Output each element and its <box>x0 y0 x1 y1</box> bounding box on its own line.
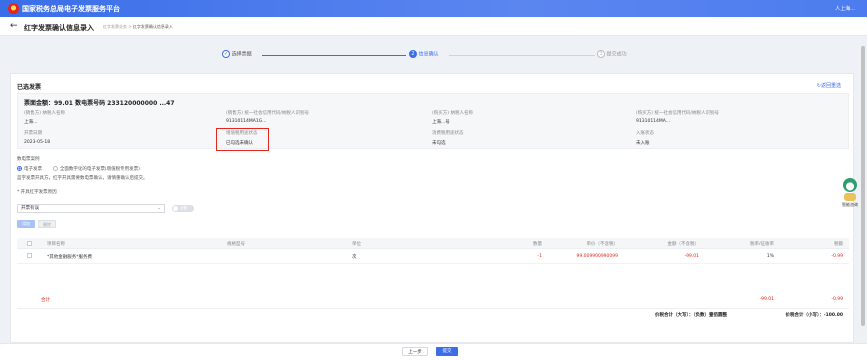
cell-tax-rate: 1% <box>766 254 774 259</box>
radio-label: 全面数字化的电子发票(增值税专用发票) <box>59 167 140 172</box>
step-submit-success: 3 提交成功 <box>597 50 627 58</box>
field-value: 91310114MA... <box>636 119 671 124</box>
assistant-widget[interactable]: 智能咨询 <box>840 178 860 214</box>
tax-emblem-logo <box>8 3 19 14</box>
step-number: 3 <box>597 50 605 58</box>
footer-bar: 上一步 提交 <box>0 343 867 360</box>
step-label: 信息确认 <box>418 51 439 58</box>
cell-quantity: -1 <box>537 254 543 259</box>
assistant-label: 智能咨询 <box>842 202 858 207</box>
scrollbar-thumb[interactable] <box>861 46 865 326</box>
invoice-card: 票面金额：99.01 数电票号码 233120000000 ...47 (销售方… <box>17 93 849 149</box>
field-value: 上海...号 <box>432 120 450 125</box>
field-label: (购买方) 纳税人名称 <box>432 111 473 116</box>
breadcrumb: 红字发票业务 > 红字发票确认信息录入 <box>103 24 173 30</box>
field-label: 消费税用途状态 <box>432 131 464 136</box>
cell-amount: -99.01 <box>684 254 699 259</box>
reason-label: * 开具红字发票原因 <box>17 190 57 195</box>
step-label: 提交成功 <box>606 51 627 58</box>
th-quantity: 数量 <box>533 242 542 247</box>
th-tax-rate: 税率/征收率 <box>749 242 774 247</box>
step-confirm-info: 2 信息确认 <box>409 50 439 58</box>
field-value: 未勾选 <box>432 141 446 146</box>
section-title: 已选发票 <box>17 84 42 91</box>
user-name[interactable]: 人上海... <box>835 5 855 12</box>
total-row: 合计 -99.01 -0.99 <box>17 296 849 306</box>
top-bar: 国家税务总局电子发票服务平台 人上海... <box>0 0 867 17</box>
page-title: 红字发票确认信息录入 <box>24 24 94 32</box>
submit-button[interactable]: 提交 <box>436 347 458 356</box>
th-unit-price: 单价（不含税） <box>586 242 619 247</box>
radio-label: 电子发票 <box>24 167 42 172</box>
table-row[interactable]: *其他金融服务*服务费 次 -1 99.009900990099 -99.01 … <box>17 250 849 264</box>
step-number: 2 <box>409 50 417 58</box>
invoice-heading: 票面金额：99.01 数电票号码 233120000000 ...47 <box>24 100 175 107</box>
th-unit: 单位 <box>352 242 361 247</box>
table-header: 项目名称 规格型号 单位 数量 单价（不含税） 金额（不含税） 税率/征收率 税… <box>17 238 849 249</box>
row-checkbox[interactable] <box>27 253 32 258</box>
field-label: 开票日期 <box>24 131 42 136</box>
return-reselect-link[interactable]: ↻返回重选 <box>817 82 841 89</box>
field-label: (销售方) 统一社会信用代码/纳税人识别号 <box>226 111 309 116</box>
step-indicator: ✓ 选择票据 2 信息确认 3 提交成功 <box>0 50 867 62</box>
reason-value: 开票有误 <box>21 206 39 211</box>
total-in-words: 价税合计（大写）：（负数）壹佰圆整 <box>655 313 727 318</box>
field-value: 2023-05-18 <box>24 140 51 145</box>
total-amount: -99.01 <box>759 297 774 302</box>
total-label: 合计 <box>41 298 50 303</box>
reason-select[interactable]: 开票有误 ⌄ <box>17 204 165 213</box>
breadcrumb-separator: > <box>128 24 132 29</box>
cell-item-name: *其他金融服务*服务费 <box>47 255 92 260</box>
previous-step-button[interactable]: 上一步 <box>402 347 428 356</box>
toggle-knob <box>173 206 178 211</box>
radio-full-digital-invoice[interactable] <box>52 166 58 171</box>
robot-body-icon <box>844 193 856 201</box>
field-value: 上海... <box>24 120 38 125</box>
toggle-label: 全额 <box>180 205 187 210</box>
delete-row-button[interactable]: 删除 <box>38 220 56 228</box>
full-amount-toggle[interactable]: 全额 <box>172 205 194 212</box>
price-tax-summary: 价税合计（大写）：（负数）壹佰圆整 价税合计（小写）：-100.00 <box>17 308 849 319</box>
invoice-options: 数电票案例 电子发票 全面数字化的电子发票(增值税专用发票) 蓝字发票开具方，红… <box>17 156 148 195</box>
app-title: 国家税务总局电子发票服务平台 <box>22 5 120 13</box>
cell-tax: -0.99 <box>831 254 843 259</box>
highlight-box <box>216 128 269 151</box>
field-label: (购买方) 统一社会信用代码/纳税人识别号 <box>636 111 719 116</box>
chevron-down-icon: ⌄ <box>157 206 161 211</box>
total-tax: -0.99 <box>831 297 843 302</box>
step-connector <box>262 55 406 56</box>
robot-icon <box>843 178 857 192</box>
field-label: (销售方) 纳税人名称 <box>24 111 65 116</box>
step-label: 选择票据 <box>231 51 252 58</box>
th-item-name: 项目名称 <box>47 242 65 247</box>
field-value: 91310114MA1G... <box>226 119 267 124</box>
options-note: 蓝字发票开具方，红字开具需要数电票确认，请慎重确认后提交。 <box>17 176 148 181</box>
cell-unit: 次 <box>352 255 357 260</box>
content-panel: 已选发票 ↻返回重选 票面金额：99.01 数电票号码 233120000000… <box>10 73 854 343</box>
radio-group: 电子发票 全面数字化的电子发票(增值税专用发票) <box>17 166 148 172</box>
total-in-figures: 价税合计（小写）：-100.00 <box>785 313 843 318</box>
step-select-invoice: ✓ 选择票据 <box>222 50 252 58</box>
page-header: ← 红字发票确认信息录入 红字发票业务 > 红字发票确认信息录入 <box>0 17 867 36</box>
add-row-button[interactable]: 添加 <box>17 220 35 228</box>
radio-electronic-invoice[interactable] <box>17 166 22 171</box>
step-connector <box>449 55 595 56</box>
th-tax: 税额 <box>834 242 843 247</box>
back-arrow-icon[interactable]: ← <box>10 21 18 31</box>
field-value: 未入账 <box>636 141 650 146</box>
select-all-checkbox[interactable] <box>27 241 32 246</box>
breadcrumb-item-red-invoice[interactable]: 红字发票业务 <box>103 24 127 29</box>
th-amount: 金额（不含税） <box>667 242 700 247</box>
options-title: 数电票案例 <box>17 157 40 162</box>
breadcrumb-item-current: 红字发票确认信息录入 <box>132 24 173 29</box>
field-label: 入账状态 <box>636 131 654 136</box>
vertical-scrollbar[interactable] <box>861 40 865 340</box>
cell-unit-price: 99.009900990099 <box>576 254 618 259</box>
check-icon: ✓ <box>222 50 230 58</box>
th-spec: 规格型号 <box>227 242 245 247</box>
